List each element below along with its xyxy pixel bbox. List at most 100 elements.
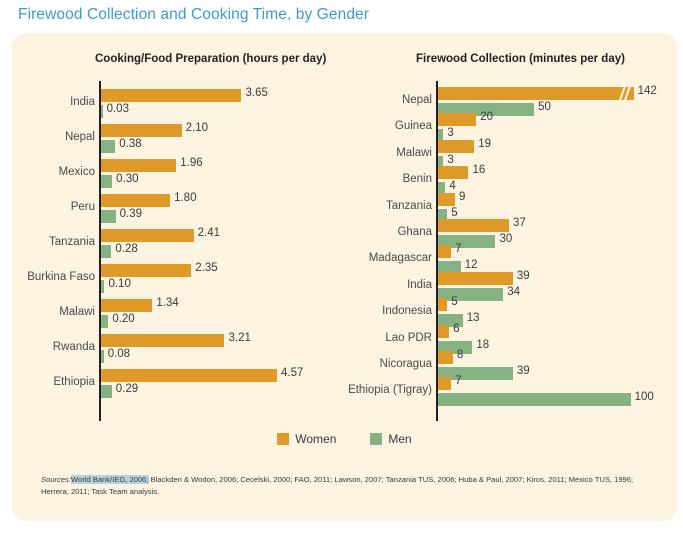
category-label: Malawi	[396, 146, 432, 159]
category-label: Madagascar	[368, 252, 432, 265]
bar-value-label: 0.38	[119, 138, 142, 150]
sources-note: Sources:World Bank/IEG, 2006; Blackden &…	[41, 474, 656, 497]
bar-value-label: 16	[472, 164, 486, 177]
bar-value-label: 0.10	[108, 278, 131, 290]
bar-value-label: 0.39	[119, 208, 143, 220]
category-label: India	[70, 96, 95, 108]
bar-value-label: 8	[457, 349, 464, 361]
bar-group: Rwanda 3.21 0.08	[12, 332, 342, 367]
category-label: Mexico	[58, 166, 95, 178]
bar-women	[437, 219, 509, 232]
category-label: Nicoragua	[379, 358, 432, 370]
bar-group: Malawi 1.34 0.20	[12, 297, 342, 332]
bar-women	[437, 87, 634, 100]
bar-value-label: 2.41	[197, 227, 221, 239]
legend-item-men: Men	[370, 432, 412, 446]
category-label: Ethiopia	[53, 376, 95, 388]
bar-value-label: 100	[634, 391, 654, 404]
bar-group: Nepal 2.10 0.38	[12, 122, 342, 157]
category-label: Nepal	[401, 94, 432, 106]
bar-value-label: 6	[453, 322, 460, 335]
bar-women	[100, 229, 194, 242]
bar-men	[100, 315, 109, 328]
page-title: Firewood Collection and Cooking Time, by…	[18, 6, 370, 23]
bar-value-label: 19	[478, 137, 492, 150]
bar-men	[100, 175, 113, 188]
bar-men	[100, 140, 116, 153]
bar-women	[100, 264, 192, 277]
bar-men	[100, 350, 104, 363]
bar-group: Ethiopia 4.57 0.29	[12, 367, 342, 402]
bar-women	[437, 324, 450, 338]
category-label: India	[407, 278, 432, 291]
category-label: Malawi	[59, 306, 95, 318]
bar-value-label: 39	[516, 269, 530, 282]
bar-women	[100, 334, 225, 347]
bar-value-label: 1.80	[174, 192, 197, 204]
left-chart-heading: Cooking/Food Preparation (hours per day)	[95, 53, 327, 65]
bar-men	[100, 280, 105, 293]
legend-item-women: Women	[277, 432, 336, 446]
legend-swatch-men-icon	[370, 433, 383, 445]
bar-value-label: 1.96	[180, 157, 203, 169]
legend: Women Men	[12, 432, 677, 446]
bar-women	[437, 166, 469, 180]
bar-group: Peru 1.80 0.39	[12, 192, 342, 227]
right-chart-heading: Firewood Collection (minutes per day)	[416, 53, 625, 65]
bar-value-label: 0.30	[116, 173, 139, 185]
bar-value-label: 0.20	[112, 313, 135, 325]
sources-label: Sources:	[41, 475, 71, 484]
bar-value-label: 20	[480, 111, 493, 124]
bar-value-label: 0.29	[115, 383, 139, 395]
chart-panel: Cooking/Food Preparation (hours per day)…	[12, 33, 677, 521]
category-label: Indonesia	[382, 305, 432, 318]
firewood-collection-chart: Nepal 142 50 Guinea 20 3 Malawi 19 3 Benin 16 4 Tanz…	[342, 81, 677, 421]
bar-group: India 3.65 0.03	[12, 87, 342, 122]
bar-women	[437, 192, 455, 206]
bar-value-label: 3.65	[245, 87, 268, 99]
category-label: Guinea	[394, 120, 432, 133]
category-label: Ghana	[397, 226, 432, 238]
category-label: Peru	[70, 201, 95, 213]
sources-highlighted: World Bank/IEG, 2006;	[70, 475, 149, 484]
bar-value-label: 0.08	[107, 348, 131, 360]
bar-women	[437, 351, 453, 364]
bar-women	[437, 139, 475, 153]
bar-women	[100, 159, 177, 172]
bar-value-label: 2.10	[185, 122, 209, 134]
legend-swatch-women-icon	[277, 433, 290, 445]
bar-men	[100, 105, 103, 118]
figure-root: Firewood Collection and Cooking Time, by…	[0, 0, 683, 537]
bar-value-label: 2.35	[195, 262, 218, 274]
bar-value-label: 142	[637, 85, 657, 97]
bar-women	[100, 194, 171, 207]
category-label: Burkina Faso	[27, 271, 95, 283]
bar-women	[100, 89, 242, 102]
bar-group: Ethiopia (Tigray) 7 100	[342, 375, 677, 410]
bar-value-label: 37	[513, 217, 526, 229]
bar-women	[437, 298, 448, 312]
bar-women	[100, 299, 153, 312]
bar-women	[437, 113, 477, 127]
category-label: Rwanda	[52, 341, 95, 353]
category-label: Ethiopia (Tigray)	[348, 384, 432, 397]
bar-value-label: 1.34	[156, 297, 179, 309]
bar-women	[437, 245, 452, 259]
bar-value-label: 4.57	[281, 367, 304, 379]
bar-men	[100, 385, 112, 398]
category-label: Nepal	[64, 131, 95, 143]
category-label: Lao PDR	[385, 331, 432, 344]
bar-value-label: 3.21	[228, 332, 251, 344]
bar-men	[100, 245, 112, 258]
bar-value-label: 0.28	[115, 243, 138, 255]
bar-group: Tanzania 2.41 0.28	[12, 227, 342, 262]
category-label: Benin	[402, 173, 432, 186]
bar-women	[437, 271, 513, 285]
bar-value-label: 7	[455, 243, 462, 256]
cooking-time-chart: India 3.65 0.03 Nepal 2.10 0.38 Mexico 1.96 0.30…	[12, 81, 342, 421]
bar-value-label: 5	[451, 296, 458, 309]
legend-label-men: Men	[388, 432, 412, 446]
bar-value-label: 0.03	[106, 103, 129, 115]
bar-women	[100, 124, 182, 137]
bar-men	[437, 393, 631, 407]
